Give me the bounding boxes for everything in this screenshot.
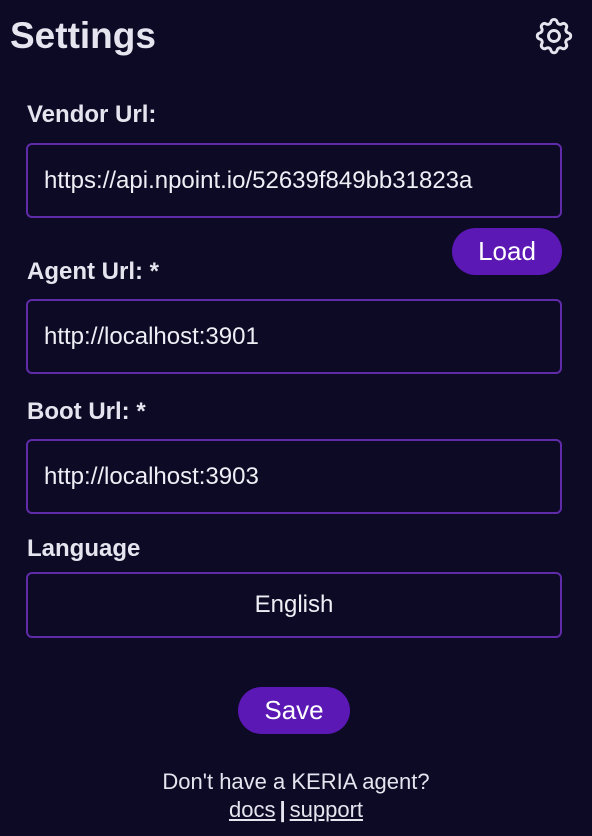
footer-links: docs | support xyxy=(0,796,592,824)
boot-url-input[interactable] xyxy=(26,439,562,514)
docs-link[interactable]: docs xyxy=(229,797,275,822)
language-select[interactable]: English xyxy=(26,572,562,638)
agent-url-input[interactable] xyxy=(26,299,562,374)
language-selected-value: English xyxy=(254,591,334,618)
load-button[interactable]: Load xyxy=(452,228,562,275)
vendor-url-input[interactable] xyxy=(26,143,562,218)
gear-icon[interactable] xyxy=(532,14,576,58)
save-button[interactable]: Save xyxy=(238,687,350,734)
language-label: Language xyxy=(27,535,141,562)
vendor-url-label: Vendor Url: xyxy=(27,101,157,128)
boot-url-label: Boot Url: * xyxy=(27,398,146,425)
agent-url-label: Agent Url: * xyxy=(27,258,159,285)
footer-question: Don't have a KERIA agent? xyxy=(162,769,430,794)
support-link[interactable]: support xyxy=(290,797,363,822)
footer-separator: | xyxy=(279,797,286,822)
page-title: Settings xyxy=(10,15,156,56)
